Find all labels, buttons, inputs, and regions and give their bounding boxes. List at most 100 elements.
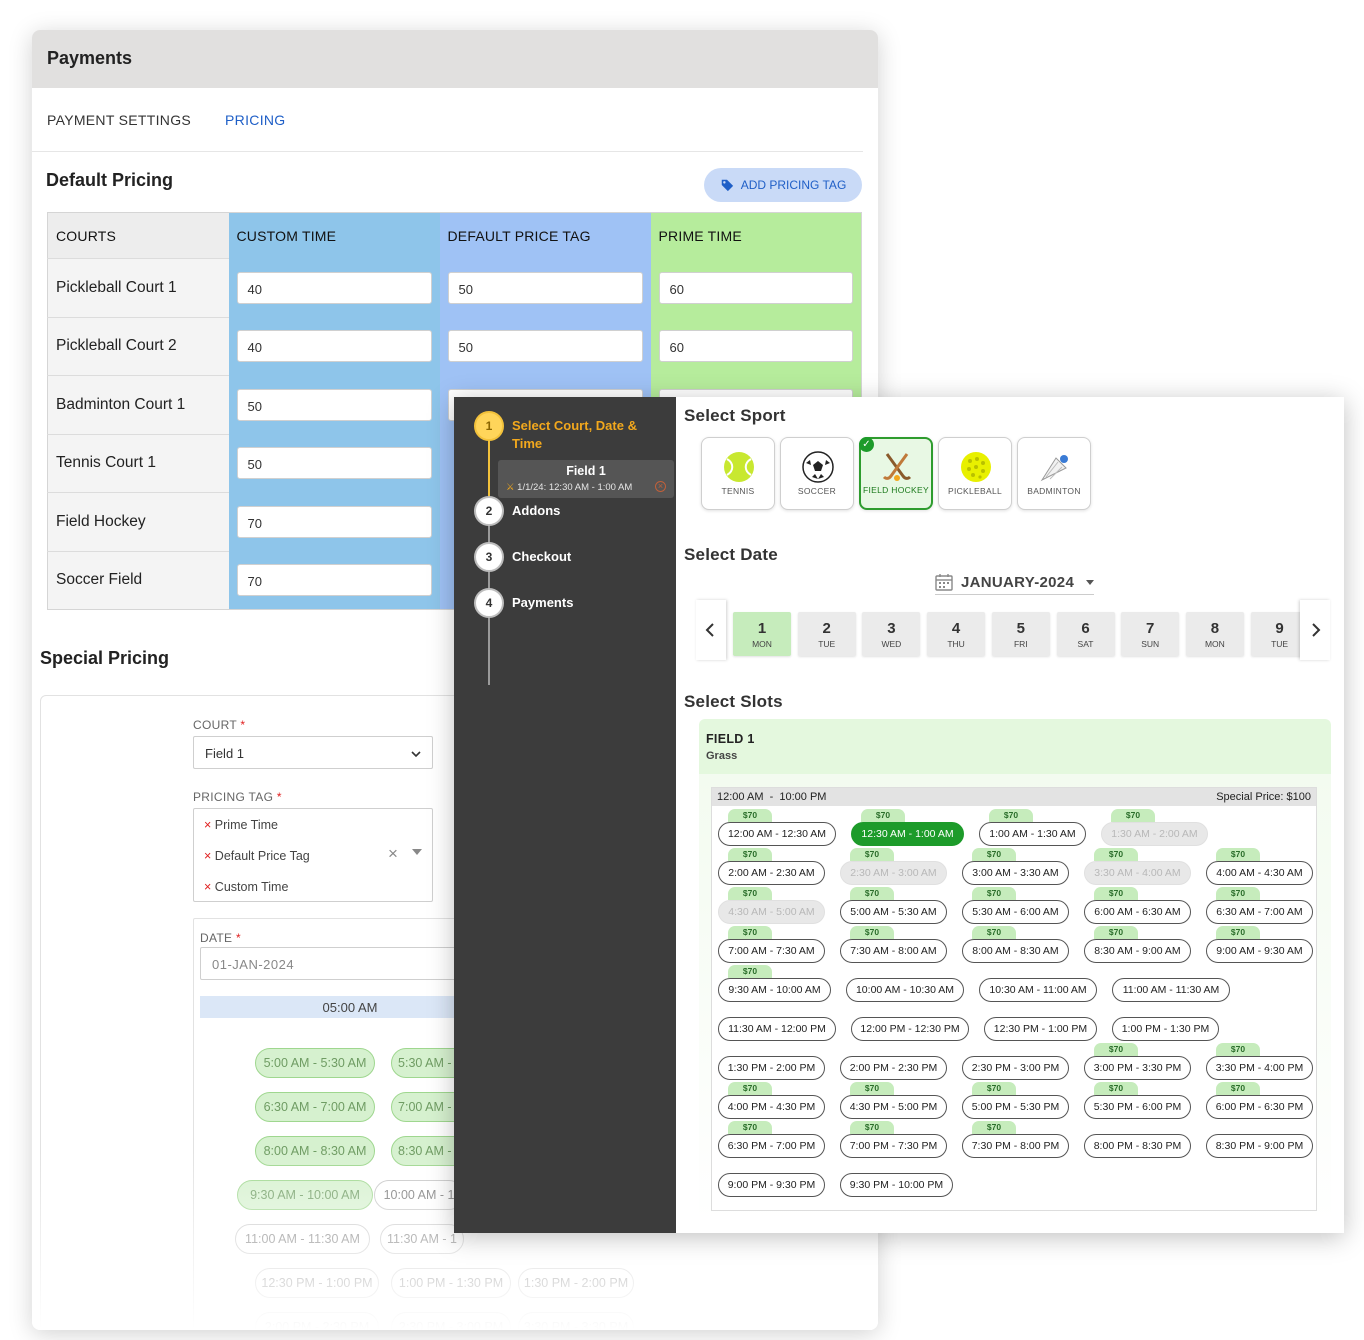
special-slot-chip[interactable]: 10:00 AM - 1: [374, 1180, 464, 1210]
time-slot-button[interactable]: 6:00 AM - 6:30 AM: [1084, 900, 1191, 924]
day-button[interactable]: 1 MON: [733, 612, 791, 656]
tag-chip[interactable]: × Prime Time: [204, 818, 278, 832]
remove-icon[interactable]: ×: [204, 880, 211, 894]
time-slot-button[interactable]: 5:30 PM - 6:00 PM: [1084, 1095, 1191, 1119]
price-input[interactable]: 70: [236, 564, 432, 596]
sport-pickleball[interactable]: PICKLEBALL: [938, 437, 1012, 510]
time-slot-button[interactable]: 5:00 PM - 5:30 PM: [962, 1095, 1069, 1119]
time-slot-button[interactable]: 12:00 AM - 12:30 AM: [718, 822, 836, 846]
month-picker[interactable]: JANUARY-2024: [935, 573, 1095, 595]
special-slot-chip[interactable]: 2:30 PM - 3:00 PM: [391, 1312, 511, 1330]
step-payments[interactable]: 4 Payments: [474, 588, 573, 618]
sport-tennis[interactable]: TENNIS: [701, 437, 775, 510]
time-slot-button[interactable]: 3:30 PM - 4:00 PM: [1206, 1056, 1313, 1080]
special-slot-chip[interactable]: 12:30 PM - 1:00 PM: [255, 1268, 379, 1298]
special-slot-chip[interactable]: 9:30 AM - 10:00 AM: [237, 1180, 373, 1210]
time-slot-button[interactable]: 8:30 AM - 9:00 AM: [1084, 939, 1191, 963]
time-slot-button[interactable]: 6:30 PM - 7:00 PM: [718, 1134, 825, 1158]
time-slot-button[interactable]: 7:00 PM - 7:30 PM: [840, 1134, 947, 1158]
time-slot-button[interactable]: 8:00 AM - 8:30 AM: [962, 939, 1069, 963]
time-slot-button[interactable]: 3:00 AM - 3:30 AM: [962, 861, 1069, 885]
sport-badminton[interactable]: BADMINTON: [1017, 437, 1091, 510]
time-slot-button[interactable]: 9:00 PM - 9:30 PM: [718, 1173, 825, 1197]
price-input[interactable]: 50: [236, 447, 432, 480]
time-slot-button[interactable]: 2:30 PM - 3:00 PM: [962, 1056, 1069, 1080]
time-slot-button[interactable]: 1:00 AM - 1:30 AM: [979, 822, 1086, 846]
time-slot-button[interactable]: 4:30 PM - 5:00 PM: [840, 1095, 947, 1119]
step-select-court[interactable]: 1 Select Court, Date & Time: [474, 411, 652, 453]
time-slot-button[interactable]: 11:00 AM - 11:30 AM: [1112, 978, 1230, 1002]
next-day-button[interactable]: [1300, 600, 1330, 660]
sport-field-hockey[interactable]: ✓ FIELD HOCKEY: [859, 437, 933, 510]
time-slot-button[interactable]: 12:00 PM - 12:30 PM: [851, 1017, 969, 1041]
time-slot-button[interactable]: 4:00 PM - 4:30 PM: [718, 1095, 825, 1119]
sport-soccer[interactable]: SOCCER: [780, 437, 854, 510]
time-slot-button[interactable]: 5:00 AM - 5:30 AM: [840, 900, 947, 924]
time-slot-button[interactable]: 4:00 AM - 4:30 AM: [1206, 861, 1313, 885]
day-button[interactable]: 7 SUN: [1121, 612, 1180, 656]
step-checkout[interactable]: 3 Checkout: [474, 542, 571, 572]
time-slot-button[interactable]: 7:30 PM - 8:00 PM: [962, 1134, 1069, 1158]
time-slot-button[interactable]: 12:30 AM - 1:00 AM: [851, 822, 964, 846]
special-slot-chip[interactable]: 1:00 PM - 1:30 PM: [391, 1268, 511, 1298]
time-slot-button[interactable]: 10:30 AM - 11:00 AM: [979, 978, 1097, 1002]
time-slot-button[interactable]: 5:30 AM - 6:00 AM: [962, 900, 1069, 924]
special-slot-chip[interactable]: 1:30 PM - 2:00 PM: [518, 1268, 634, 1298]
tag-chip[interactable]: × Custom Time: [204, 880, 288, 894]
remove-slot-icon[interactable]: ×: [655, 481, 666, 492]
time-slot-button[interactable]: 9:30 PM - 10:00 PM: [840, 1173, 953, 1197]
price-input[interactable]: 40: [236, 271, 432, 304]
price-input[interactable]: 40: [236, 330, 432, 363]
step-addons[interactable]: 2 Addons: [474, 496, 560, 526]
default-pricing-title: Default Pricing: [46, 170, 174, 190]
price-input[interactable]: 70: [236, 505, 432, 538]
time-slot-button[interactable]: 2:00 PM - 2:30 PM: [840, 1056, 947, 1080]
field-name: FIELD 1: [706, 732, 755, 746]
time-slot-button[interactable]: 8:30 PM - 9:00 PM: [1206, 1134, 1313, 1158]
special-slot-chip[interactable]: 11:30 AM - 1: [380, 1224, 464, 1254]
tab-pricing[interactable]: PRICING: [225, 112, 285, 128]
special-slot-chip[interactable]: 2:00 PM - 2:30 PM: [255, 1312, 379, 1330]
time-slot-button[interactable]: 1:00 PM - 1:30 PM: [1112, 1017, 1219, 1041]
price-input[interactable]: 60: [658, 330, 853, 363]
day-button[interactable]: 4 THU: [927, 612, 986, 656]
time-slot-button[interactable]: 7:00 AM - 7:30 AM: [718, 939, 825, 963]
day-button[interactable]: 8 MON: [1185, 612, 1244, 656]
time-slot-button[interactable]: 7:30 AM - 8:00 AM: [840, 939, 947, 963]
price-tag: $70: [850, 848, 894, 861]
time-slot-button[interactable]: 8:00 PM - 8:30 PM: [1084, 1134, 1191, 1158]
special-slot-chip[interactable]: 5:00 AM - 5:30 AM: [255, 1048, 375, 1078]
special-slot-chip[interactable]: 11:00 AM - 11:30 AM: [235, 1224, 370, 1254]
time-slot-button[interactable]: 3:00 PM - 3:30 PM: [1084, 1056, 1191, 1080]
day-button[interactable]: 2 TUE: [797, 612, 856, 656]
pricing-tag-multiselect[interactable]: × Prime Time × Default Price Tag × Custo…: [193, 808, 433, 902]
time-slot-button[interactable]: 2:00 AM - 2:30 AM: [718, 861, 825, 885]
remove-icon[interactable]: ×: [204, 818, 211, 832]
time-slot-button[interactable]: 6:30 AM - 7:00 AM: [1206, 900, 1313, 924]
time-slot-button[interactable]: 6:00 PM - 6:30 PM: [1206, 1095, 1313, 1119]
time-slot-button[interactable]: 9:30 AM - 10:00 AM: [718, 978, 831, 1002]
day-button[interactable]: 3 WED: [862, 612, 921, 656]
special-slot-chip[interactable]: 6:30 AM - 7:00 AM: [255, 1092, 375, 1122]
add-pricing-tag-button[interactable]: ADD PRICING TAG: [704, 168, 862, 202]
price-input[interactable]: 50: [447, 271, 643, 304]
day-button[interactable]: 6 SAT: [1056, 612, 1115, 656]
time-slot-button[interactable]: 9:00 AM - 9:30 AM: [1206, 939, 1313, 963]
price-input[interactable]: 50: [447, 330, 643, 363]
time-slot-button[interactable]: 12:30 PM - 1:00 PM: [984, 1017, 1097, 1041]
time-slot-button[interactable]: 1:30 PM - 2:00 PM: [718, 1056, 825, 1080]
time-slot-button[interactable]: 11:30 AM - 12:00 PM: [718, 1017, 836, 1041]
special-slot-chip[interactable]: 8:00 AM - 8:30 AM: [255, 1136, 375, 1166]
caret-down-icon[interactable]: [412, 849, 422, 855]
clear-icon[interactable]: ×: [388, 844, 398, 864]
day-button[interactable]: 5 FRI: [991, 612, 1050, 656]
price-input[interactable]: 60: [658, 271, 853, 304]
remove-icon[interactable]: ×: [204, 849, 211, 863]
price-input[interactable]: 50: [236, 388, 432, 421]
court-select[interactable]: Field 1: [193, 736, 433, 769]
special-slot-chip[interactable]: 3:30 PM - 3:30 PM: [518, 1312, 634, 1330]
tag-chip[interactable]: × Default Price Tag: [204, 849, 310, 863]
time-slot-button[interactable]: 10:00 AM - 10:30 AM: [846, 978, 964, 1002]
tab-payment-settings[interactable]: PAYMENT SETTINGS: [47, 112, 191, 128]
prev-day-button[interactable]: [696, 600, 726, 660]
